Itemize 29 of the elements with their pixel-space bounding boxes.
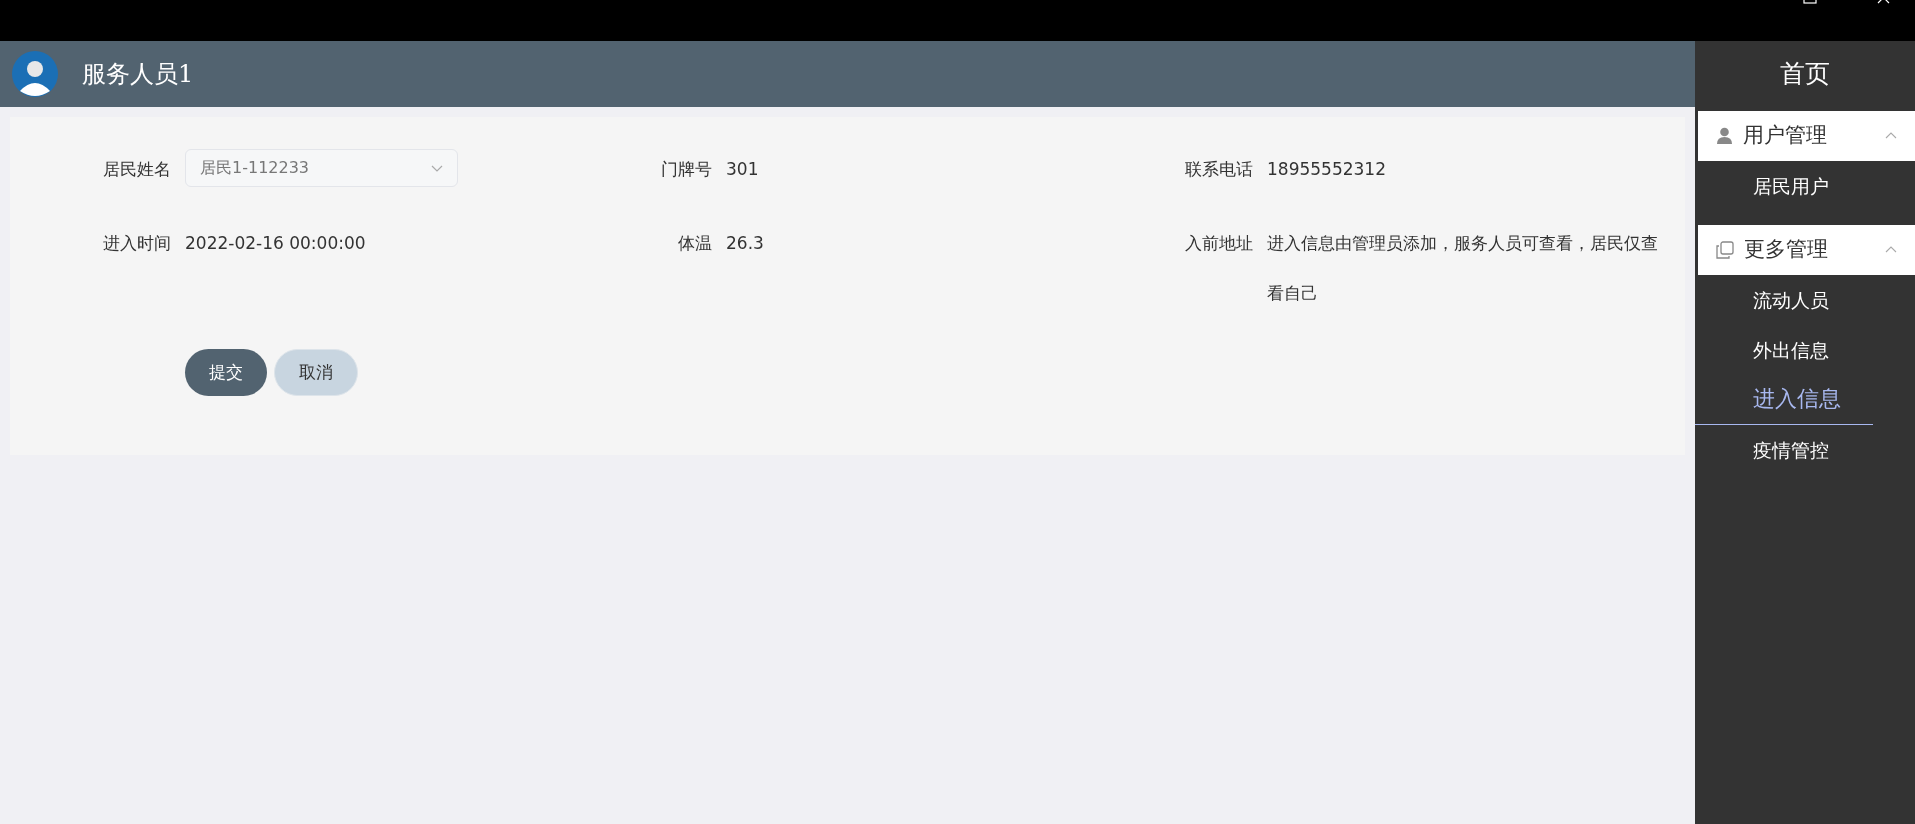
user-name: 服务人员1 xyxy=(82,59,194,90)
submit-button[interactable]: 提交 xyxy=(185,349,267,396)
field-value: 26.3 xyxy=(726,232,765,255)
copy-icon xyxy=(1716,240,1734,259)
select-field[interactable]: 居民1-112233 xyxy=(185,149,458,187)
menu-group[interactable]: 用户管理 xyxy=(1698,110,1915,161)
menu-item[interactable]: 疫情管控 xyxy=(1695,424,1829,475)
avatar-icon xyxy=(12,51,58,97)
cancel-button[interactable]: 取消 xyxy=(274,349,358,396)
field-label: 体温 xyxy=(677,232,712,255)
menu-item[interactable]: 外出信息 xyxy=(1695,324,1829,375)
home-link[interactable]: 首页 xyxy=(1695,41,1915,111)
menu-group[interactable]: 更多管理 xyxy=(1698,224,1915,275)
menu-item[interactable]: 进入信息 xyxy=(1695,374,1873,425)
field-value: 进入信息由管理员添加，服务人员可查看，居民仅查看自己 xyxy=(1267,232,1659,305)
menu-item[interactable]: 居民用户 xyxy=(1695,160,1829,211)
group-label: 更多管理 xyxy=(1744,235,1829,263)
field-value: 301 xyxy=(726,158,760,181)
field-value: 2022-02-16 00:00:00 xyxy=(185,232,367,255)
field-value: 18955552312 xyxy=(1267,158,1387,181)
chevron-down-icon xyxy=(431,164,443,172)
person-icon xyxy=(1716,127,1733,144)
field-label: 联系电话 xyxy=(1184,158,1253,181)
field-label: 门牌号 xyxy=(660,158,712,181)
group-label: 用户管理 xyxy=(1743,121,1828,149)
menu-item[interactable]: 流动人员 xyxy=(1695,274,1829,325)
field-label: 进入时间 xyxy=(102,232,171,255)
field-label: 入前地址 xyxy=(1184,232,1253,255)
field-label: 居民姓名 xyxy=(102,158,171,181)
